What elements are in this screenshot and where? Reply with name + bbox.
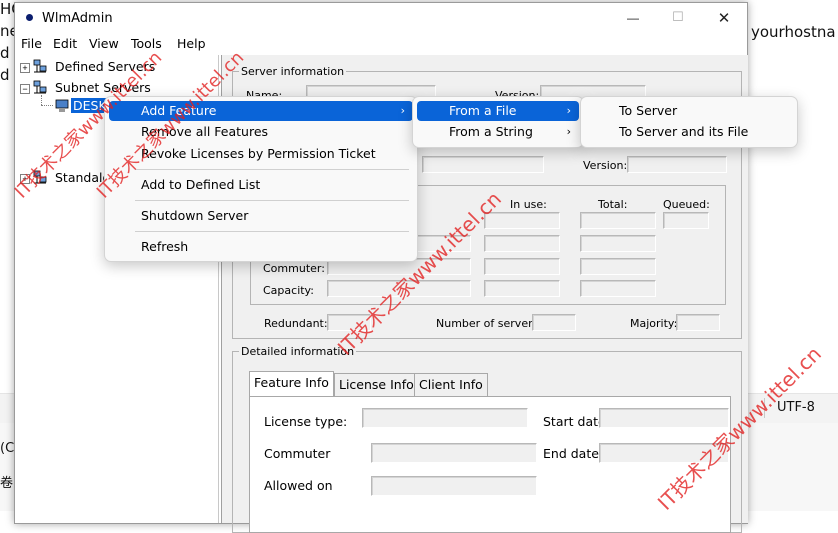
menu-item-label: From a String [449,124,533,139]
menu-item-to-server[interactable]: To Server [585,101,793,121]
menu-item-add-feature[interactable]: Add Feature › [109,101,413,121]
license-type-field [362,408,528,428]
menu-item-shutdown-server[interactable]: Shutdown Server [109,206,413,226]
tree-line [41,95,43,105]
queued-label: Queued: [663,198,710,211]
menu-edit[interactable]: Edit [53,36,77,51]
start-date-label: Start date [543,414,606,429]
in-use-label: In use: [510,198,547,211]
version2-field [627,156,727,173]
network-icon [33,59,47,73]
maximize-icon[interactable]: ☐ [668,9,688,25]
field [580,235,656,252]
background-hostname-text: yourhostna [751,23,836,41]
commuter-label: Commuter: [263,262,325,275]
chevron-right-icon: › [566,104,571,117]
menu-item-label: Add to Defined List [141,177,261,192]
menu-item-refresh[interactable]: Refresh [109,237,413,257]
total-label: Total: [598,198,628,211]
tab-license-info[interactable]: License Info [334,373,419,396]
field [484,280,560,297]
allowed-on-field [371,476,537,496]
tab-feature-info[interactable]: Feature Info [249,371,334,396]
commuter-detail-label: Commuter [264,446,331,461]
menu-item-from-a-file[interactable]: From a File › [417,101,579,121]
menu-bar: File Edit View Tools Help [15,33,747,53]
menu-item-add-to-defined-list[interactable]: Add to Defined List [109,175,413,195]
server-info-label: Server information [239,65,347,78]
chevron-right-icon: › [566,125,571,138]
menu-separator [135,169,409,170]
field [422,156,544,173]
expand-icon[interactable]: + [20,63,30,73]
title-bar: WlmAdmin — ☐ ✕ [15,3,747,33]
collapse-icon[interactable]: − [20,84,30,94]
menu-file[interactable]: File [21,36,42,51]
capacity-label: Capacity: [263,284,314,297]
close-icon[interactable]: ✕ [714,9,734,27]
menu-separator [135,231,409,232]
field [580,280,656,297]
version2-label: Version: [583,159,628,172]
menu-view[interactable]: View [89,36,119,51]
field [580,212,656,229]
start-date-field [599,408,729,428]
majority-field [676,314,720,331]
background-fragment: (C [0,441,15,456]
field [580,258,656,275]
add-feature-submenu: From a File › From a String › [412,96,584,148]
menu-item-label: Refresh [141,239,189,254]
menu-item-from-a-string[interactable]: From a String › [417,122,579,142]
allowed-on-label: Allowed on [264,478,333,493]
menu-item-label: To Server and its File [619,124,749,139]
minimize-icon[interactable]: — [623,11,643,25]
field [484,235,560,252]
context-menu: Add Feature › Remove all Features Revoke… [104,96,418,262]
majority-label: Majority: [630,317,678,330]
menu-item-label: Revoke Licenses by Permission Ticket [141,146,376,161]
menu-item-label: Shutdown Server [141,208,249,223]
tab-client-info[interactable]: Client Info [414,373,488,396]
number-of-servers-label: Number of servers: [436,317,543,330]
tree-line [41,105,53,107]
field [484,258,560,275]
redundant-label: Redundant: [264,317,328,330]
network-icon [33,80,47,94]
menu-separator [135,200,409,201]
number-of-servers-field [532,314,576,331]
computer-icon [55,99,69,112]
menu-item-to-server-and-file[interactable]: To Server and its File [585,122,793,142]
tab-strip: Feature Info License Info Client Info [249,371,729,397]
menu-item-label: From a File [449,103,517,118]
menu-help[interactable]: Help [177,36,206,51]
commuter-detail-field [371,443,537,463]
background-fragment: 卷 [0,476,14,491]
field [663,212,709,229]
chevron-right-icon: › [400,104,405,117]
license-type-label: License type: [264,414,348,429]
from-file-submenu: To Server To Server and its File [580,96,798,148]
menu-item-label: To Server [619,103,678,118]
end-date-label: End date: [543,446,604,461]
window-title: WlmAdmin [42,11,113,26]
app-icon [26,14,33,21]
